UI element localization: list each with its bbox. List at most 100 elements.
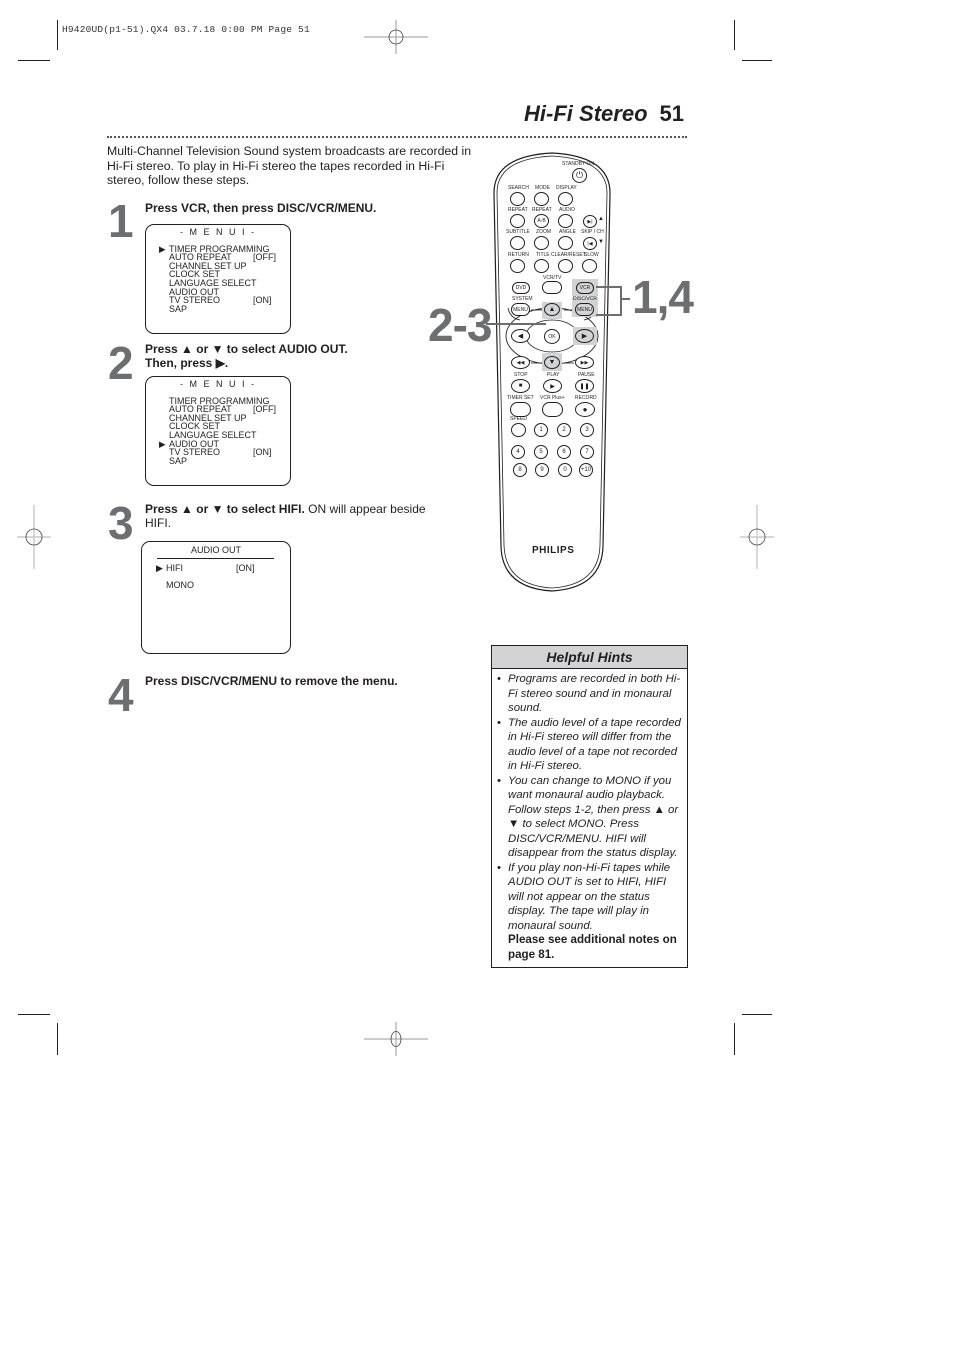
vcr-tv-button[interactable] — [542, 281, 562, 294]
label-slow: SLOW — [584, 252, 599, 258]
record-button[interactable]: ● — [575, 402, 595, 417]
slow-button[interactable] — [582, 259, 597, 273]
audio-button[interactable] — [558, 214, 573, 228]
dvd-button[interactable]: DVD — [512, 282, 530, 294]
step-2-line1: Press ▲ or ▼ to select AUDIO OUT. — [145, 342, 348, 356]
step-3-normal: ON will appear beside — [304, 502, 426, 516]
label-angle: ANGLE — [559, 229, 576, 235]
number-key-button[interactable]: 1 — [534, 423, 548, 437]
display-button[interactable] — [558, 192, 573, 206]
number-key-button[interactable]: 3 — [580, 423, 594, 437]
number-key-button[interactable]: +10 — [579, 463, 593, 477]
page-title-text: Hi-Fi Stereo — [524, 101, 648, 126]
pause-button[interactable]: ❚❚ — [575, 379, 594, 393]
label-search: SEARCH — [508, 185, 529, 191]
audio-menu-item: MONO — [142, 579, 290, 598]
print-slug: H9420UD(p1-51).QX4 03.7.18 0:00 PM Page … — [62, 24, 310, 35]
number-key-button[interactable]: 9 — [535, 463, 549, 477]
ok-label: OK — [548, 333, 556, 340]
skip-prev-button[interactable]: |◀ — [583, 237, 597, 250]
left-button[interactable]: ◀ — [511, 329, 530, 343]
stop-button[interactable]: ■ — [511, 379, 530, 393]
menu-label: MENU — [513, 306, 528, 313]
fast-forward-button[interactable]: ▶▶ — [575, 356, 594, 369]
ok-button[interactable]: OK — [544, 329, 560, 344]
zoom-button[interactable] — [534, 236, 549, 250]
callout-line-1-4 — [620, 298, 630, 300]
label-subtitle: SUBTITLE — [506, 229, 530, 235]
menu-heading: - M E N U I - — [180, 379, 256, 389]
crop-mark — [57, 20, 58, 50]
rewind-button[interactable]: ◀◀ — [511, 356, 530, 369]
label-mode: MODE — [535, 185, 550, 191]
page-title: Hi-Fi Stereo 51 — [524, 101, 684, 127]
timer-set-button[interactable] — [510, 402, 531, 417]
label-pause: PAUSE — [578, 372, 595, 378]
hint-item: • If you play non-Hi-Fi tapes while AUDIO… — [497, 861, 682, 934]
number-key-button[interactable]: 5 — [534, 445, 548, 459]
title-button[interactable] — [534, 259, 549, 273]
hint-item: • Programs are recorded in both Hi-Fi ste… — [497, 672, 682, 716]
number-key-button[interactable]: 6 — [557, 445, 571, 459]
label-repeat-1: REPEAT — [508, 207, 528, 213]
audio-menu-item: ▶ HIFI [ON] — [142, 562, 290, 581]
return-button[interactable] — [510, 259, 525, 273]
label-zoom: ZOOM — [536, 229, 551, 235]
page-number: 51 — [659, 101, 684, 126]
pointer-icon: ▶ — [156, 562, 163, 573]
step-number-3: 3 — [108, 497, 134, 549]
clear-reset-button[interactable] — [558, 259, 573, 273]
label-record: RECORD — [575, 395, 597, 401]
skip-next-button[interactable]: ▶| — [583, 215, 597, 228]
menu-item-value: [ON] — [253, 295, 272, 306]
system-menu-button[interactable]: MENU — [511, 303, 530, 316]
hint-text: The audio level of a tape recorded in Hi… — [508, 716, 681, 773]
callout-1-4: 1,4 — [632, 271, 694, 323]
registration-mark-top — [364, 20, 428, 54]
standby-button[interactable]: ⏻ — [572, 168, 587, 183]
repeat-button[interactable] — [510, 214, 525, 228]
vcr-plus-button[interactable] — [542, 402, 563, 417]
menu-item: TV STEREO [ON] — [146, 296, 290, 305]
number-key-button[interactable]: 2 — [557, 423, 571, 437]
label-stop: STOP — [514, 372, 528, 378]
menu-item: SAP — [146, 456, 290, 466]
label-display: DISPLAY — [556, 185, 577, 191]
menu-item-label: SAP — [169, 303, 188, 314]
step-2-line2: Then, press ▶. — [145, 356, 229, 370]
helpful-hints-box: Helpful Hints • Programs are recorded in … — [491, 645, 688, 968]
number-key-button[interactable]: 8 — [513, 463, 527, 477]
up-button[interactable]: ▲ — [544, 303, 560, 316]
label-skip-ch: SKIP / CH — [581, 229, 604, 235]
audio-menu-item-label: MONO — [166, 579, 194, 590]
audio-menu-heading: AUDIO OUT — [190, 545, 241, 555]
number-key-button[interactable]: 0 — [558, 463, 572, 477]
speed-button[interactable] — [511, 423, 526, 437]
right-button[interactable]: ▶ — [575, 329, 594, 343]
step-4-text: Press DISC/VCR/MENU to remove the menu. — [145, 674, 398, 688]
label-system: SYSTEM — [512, 296, 533, 302]
vcr-button[interactable]: VCR — [576, 282, 594, 294]
angle-button[interactable] — [558, 236, 573, 250]
play-button[interactable]: ▶ — [543, 379, 562, 393]
menu-item-value: [OFF] — [253, 404, 276, 415]
search-button[interactable] — [510, 192, 525, 206]
number-key-button[interactable]: 7 — [580, 445, 594, 459]
dotted-divider — [107, 136, 687, 141]
crop-mark — [742, 60, 772, 61]
menu-item-value: [ON] — [253, 447, 272, 458]
ab-label: A-B — [537, 218, 546, 224]
repeat-ab-button[interactable]: A-B — [534, 214, 549, 228]
down-button[interactable]: ▼ — [544, 356, 560, 369]
pointer-icon: ▶ — [159, 438, 166, 449]
menu-item: TV STEREO [ON] — [146, 448, 290, 457]
number-key-button[interactable]: 4 — [511, 445, 525, 459]
crop-mark — [734, 20, 735, 50]
dvd-label: DVD — [515, 285, 527, 291]
mode-button[interactable] — [534, 192, 549, 206]
subtitle-button[interactable] — [510, 236, 525, 250]
step-3-normal2: HIFI. — [145, 516, 171, 530]
hint-item: • The audio level of a tape recorded in H… — [497, 716, 682, 774]
menu1-screen-step1: - M E N U I - ▶ TIMER PROGRAMMING AUTO REP… — [145, 224, 291, 334]
disc-vcr-menu-button[interactable]: MENU — [575, 303, 594, 316]
